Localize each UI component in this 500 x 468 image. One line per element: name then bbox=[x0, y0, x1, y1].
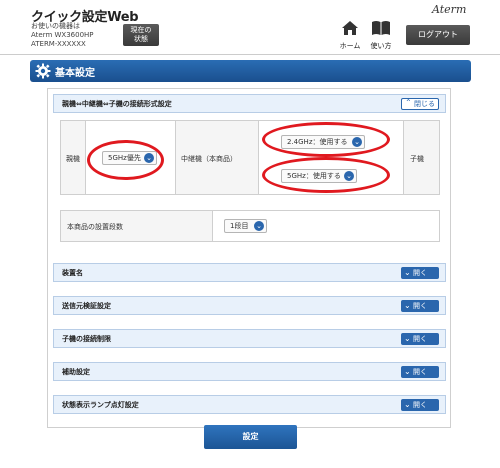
chevron-down-icon: ⌄ bbox=[404, 268, 411, 277]
open-section-button[interactable]: ⌄ 開く bbox=[401, 300, 439, 312]
highlight-ring-parent bbox=[87, 140, 164, 180]
device-id: ATERM-XXXXXX bbox=[31, 40, 86, 48]
highlight-ring-relay-24ghz bbox=[262, 122, 390, 157]
close-section-button[interactable]: ⌃ 閉じる bbox=[401, 98, 439, 110]
close-label: 閉じる bbox=[414, 100, 435, 108]
chevron-down-icon: ⌄ bbox=[404, 301, 411, 310]
section-title: 親機⇔中継機⇔子機の接続形式設定 bbox=[62, 100, 172, 108]
current-status-button[interactable]: 現在の 状態 bbox=[123, 24, 159, 46]
open-section-button[interactable]: ⌄ 開く bbox=[401, 267, 439, 279]
section-title: 補助設定 bbox=[62, 368, 90, 376]
chevron-up-icon: ⌃ bbox=[405, 98, 412, 107]
submit-button[interactable]: 設定 bbox=[204, 425, 297, 449]
open-section-button[interactable]: ⌄ 開く bbox=[401, 399, 439, 411]
install-count-row: 本商品の設置段数 1段目 ⌄ bbox=[60, 210, 440, 242]
section-title: 子機の接続制限 bbox=[62, 335, 111, 343]
open-section-button[interactable]: ⌄ 開く bbox=[401, 366, 439, 378]
open-label: 開く bbox=[413, 269, 427, 277]
help-label: 使い方 bbox=[370, 42, 392, 50]
page-title-bar bbox=[30, 60, 471, 82]
open-label: 開く bbox=[413, 302, 427, 310]
page-title: 基本設定 bbox=[55, 68, 95, 79]
home-icon bbox=[342, 21, 358, 35]
section-auxiliary[interactable]: 補助設定 ⌄ 開く bbox=[53, 362, 446, 381]
chevron-down-icon: ⌄ bbox=[404, 334, 411, 343]
parent-label: 親機 bbox=[66, 155, 80, 163]
logout-button[interactable]: ログアウト bbox=[406, 25, 470, 45]
brand-logo: Aterm bbox=[432, 3, 467, 16]
install-count-select[interactable]: 1段目 ⌄ bbox=[224, 219, 267, 233]
section-title: 装置名 bbox=[62, 269, 83, 277]
gear-icon bbox=[35, 63, 51, 79]
device-model: Aterm WX3600HP bbox=[31, 31, 94, 39]
status-button-line-2: 状態 bbox=[134, 35, 148, 43]
section-source-verification[interactable]: 送信元検証設定 ⌄ 開く bbox=[53, 296, 446, 315]
child-label: 子機 bbox=[410, 155, 424, 163]
section-connection-header[interactable]: 親機⇔中継機⇔子機の接続形式設定 ⌃ 閉じる bbox=[53, 94, 446, 113]
open-label: 開く bbox=[413, 335, 427, 343]
relay-label-cell: 中継機（本商品） bbox=[176, 121, 259, 194]
header-divider bbox=[0, 54, 500, 55]
open-section-button[interactable]: ⌄ 開く bbox=[401, 333, 439, 345]
install-count-label-cell: 本商品の設置段数 bbox=[61, 211, 213, 241]
chevron-down-icon: ⌄ bbox=[404, 367, 411, 376]
chevron-down-icon: ⌄ bbox=[404, 400, 411, 409]
parent-label-cell: 親機 bbox=[61, 121, 86, 194]
section-client-restriction[interactable]: 子機の接続制限 ⌄ 開く bbox=[53, 329, 446, 348]
device-line: お使いの機器は bbox=[31, 22, 80, 30]
open-label: 開く bbox=[413, 401, 427, 409]
relay-label: 中継機（本商品） bbox=[181, 155, 237, 163]
chevron-down-icon: ⌄ bbox=[254, 221, 264, 231]
section-status-lamp[interactable]: 状態表示ランプ点灯設定 ⌄ 開く bbox=[53, 395, 446, 414]
home-button[interactable]: ホーム bbox=[336, 20, 364, 50]
open-label: 開く bbox=[413, 368, 427, 376]
help-button[interactable]: 使い方 bbox=[367, 20, 395, 50]
section-device-name[interactable]: 装置名 ⌄ 開く bbox=[53, 263, 446, 282]
section-title: 送信元検証設定 bbox=[62, 302, 111, 310]
book-icon bbox=[372, 21, 390, 35]
status-button-line-1: 現在の bbox=[130, 26, 152, 34]
highlight-ring-relay-5ghz bbox=[262, 157, 390, 193]
section-title: 状態表示ランプ点灯設定 bbox=[62, 401, 139, 409]
install-count-label: 本商品の設置段数 bbox=[67, 223, 123, 231]
home-label: ホーム bbox=[339, 42, 361, 50]
install-count-value: 1段目 bbox=[230, 222, 249, 230]
child-label-cell: 子機 bbox=[404, 121, 439, 194]
